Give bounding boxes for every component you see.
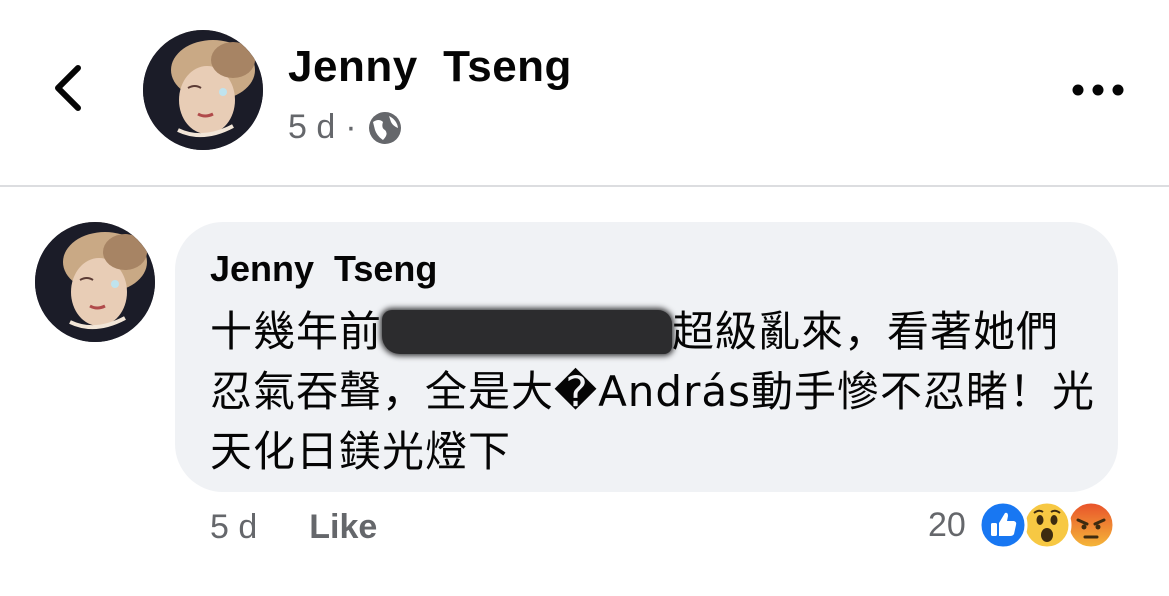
reaction-summary[interactable]: 20 bbox=[928, 500, 1116, 550]
comment-actions: 5 d Like bbox=[210, 508, 377, 547]
post-header: Jenny Tseng 5 d · bbox=[0, 0, 1169, 186]
comment-author[interactable]: Jenny Tseng bbox=[210, 248, 437, 290]
comment-text: 十幾年前 超級亂來，看著她們忍氣吞聲，全是大�András動手慘不忍睹！光天化日鎂… bbox=[210, 302, 1100, 482]
like-button[interactable]: Like bbox=[309, 508, 377, 547]
wow-reaction-icon bbox=[1022, 500, 1072, 550]
comment-time[interactable]: 5 d bbox=[210, 508, 257, 547]
globe-icon bbox=[368, 111, 401, 144]
reaction-count[interactable]: 20 bbox=[928, 506, 966, 545]
back-arrow-icon[interactable] bbox=[40, 58, 100, 118]
angry-reaction-icon bbox=[1066, 500, 1116, 550]
divider bbox=[0, 185, 1169, 187]
commenter-avatar[interactable] bbox=[35, 222, 155, 342]
comment-text-start: 十幾年前 bbox=[210, 307, 383, 356]
page-title[interactable]: Jenny Tseng bbox=[288, 42, 572, 92]
post-meta: 5 d · bbox=[288, 108, 403, 147]
like-reaction-icon bbox=[978, 500, 1028, 550]
avatar[interactable] bbox=[143, 30, 263, 150]
more-options-icon[interactable] bbox=[1068, 72, 1128, 108]
post-time[interactable]: 5 d bbox=[288, 108, 335, 147]
meta-separator: · bbox=[345, 108, 357, 146]
redacted-text bbox=[382, 310, 673, 354]
